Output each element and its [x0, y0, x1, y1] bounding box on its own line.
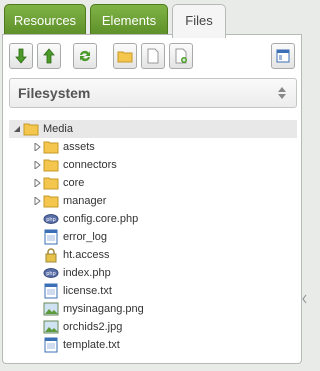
folder-icon [23, 123, 39, 136]
files-panel: Filesystem Media assets connectors core … [2, 34, 302, 364]
tree-folder[interactable]: assets [9, 138, 297, 156]
tree-node-label: config.core.php [63, 213, 139, 225]
triangle-collapsed-icon[interactable] [33, 161, 41, 169]
image-file-icon [43, 320, 59, 334]
tab-files[interactable]: Files [172, 4, 226, 38]
svg-text:php: php [46, 217, 56, 223]
new-file-icon [147, 48, 159, 64]
tree-file[interactable]: template.txt [9, 336, 297, 354]
toggle-layout-button[interactable] [271, 43, 295, 69]
tree-node-media[interactable]: Media [9, 120, 297, 138]
tree-folder[interactable]: core [9, 174, 297, 192]
arrow-down-icon [15, 48, 27, 64]
php-file-icon: php [43, 268, 59, 278]
tree-node-label: error_log [63, 231, 108, 243]
tree-file[interactable]: ht.access [9, 246, 297, 264]
tree-file[interactable]: php index.php [9, 264, 297, 282]
tree-node-label: orchids2.jpg [63, 321, 123, 333]
new-folder-button[interactable] [113, 43, 137, 69]
tree-file[interactable]: license.txt [9, 282, 297, 300]
tree-folder[interactable]: connectors [9, 156, 297, 174]
php-file-icon: php [43, 214, 59, 224]
triangle-collapsed-icon[interactable] [33, 179, 41, 187]
triangle-expanded-icon[interactable] [13, 125, 21, 133]
tab-resources[interactable]: Resources [4, 4, 86, 36]
triangle-collapsed-icon[interactable] [33, 197, 41, 205]
sort-arrows-icon [278, 87, 286, 99]
triangle-collapsed-icon[interactable] [33, 143, 41, 151]
arrow-up-icon [43, 48, 55, 64]
tree-node-label: ht.access [63, 249, 110, 261]
new-file-button[interactable] [141, 43, 165, 69]
text-file-icon [44, 283, 58, 299]
media-source-select[interactable]: Filesystem [9, 78, 297, 108]
tree-node-label: template.txt [63, 339, 120, 351]
tab-elements[interactable]: Elements [90, 4, 168, 36]
upload-file-button[interactable] [169, 43, 193, 69]
folder-icon [43, 177, 59, 190]
lock-file-icon [45, 248, 57, 263]
text-file-icon [44, 229, 58, 245]
folder-icon [43, 195, 59, 208]
image-file-icon [43, 302, 59, 316]
tree-node-label: Media [43, 123, 73, 135]
tree-node-label: connectors [63, 159, 117, 171]
folder-icon [43, 159, 59, 172]
file-tree: Media assets connectors core manager php… [9, 120, 297, 354]
refresh-button[interactable] [73, 43, 97, 69]
move-up-button[interactable] [37, 43, 61, 69]
refresh-icon [80, 50, 90, 62]
tree-node-label: license.txt [63, 285, 112, 297]
tree-file[interactable]: orchids2.jpg [9, 318, 297, 336]
tree-file[interactable]: mysinagang.png [9, 300, 297, 318]
tree-folder[interactable]: manager [9, 192, 297, 210]
sidebar-layout-icon [276, 49, 290, 63]
tree-node-label: assets [63, 141, 95, 153]
upload-file-icon [175, 48, 187, 64]
media-source-value: Filesystem [18, 85, 91, 101]
tree-node-label: mysinagang.png [63, 303, 144, 315]
new-folder-icon [117, 51, 133, 63]
text-file-icon [44, 337, 58, 353]
svg-text:php: php [46, 271, 56, 277]
tree-file[interactable]: error_log [9, 228, 297, 246]
move-down-button[interactable] [9, 43, 33, 69]
tree-node-label: core [63, 177, 85, 189]
collapse-handle-icon[interactable] [302, 290, 307, 308]
folder-icon [43, 141, 59, 154]
tree-file[interactable]: php config.core.php [9, 210, 297, 228]
tree-node-label: index.php [63, 267, 111, 279]
tree-node-label: manager [63, 195, 107, 207]
